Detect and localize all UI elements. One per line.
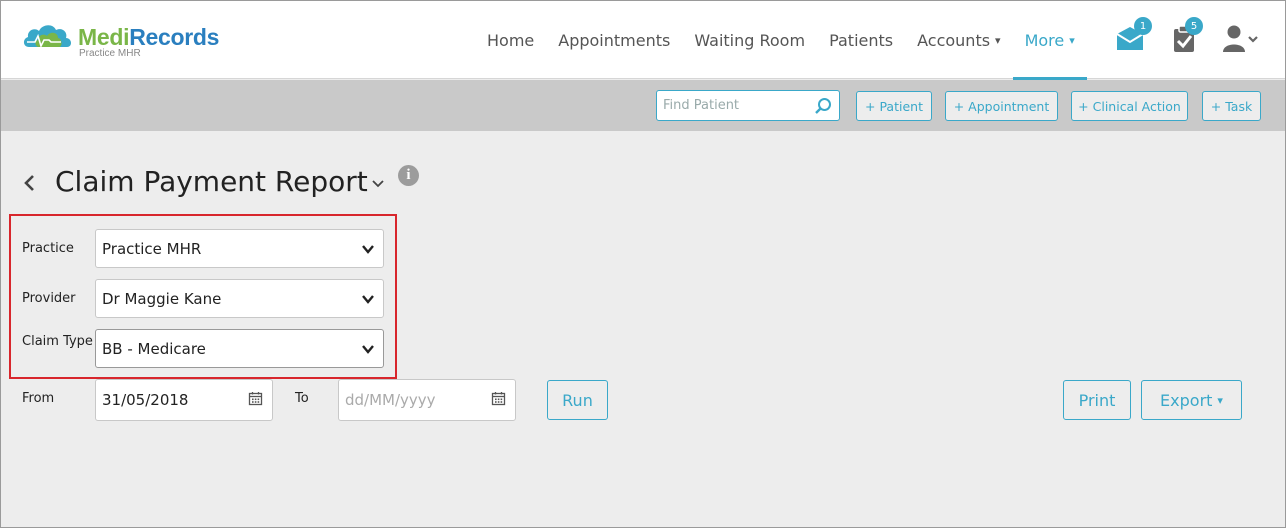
calendar-icon[interactable] (248, 391, 263, 406)
add-task-button[interactable]: + Task (1202, 91, 1261, 121)
nav-more[interactable]: More ▾ (1012, 1, 1087, 80)
run-button[interactable]: Run (547, 380, 608, 420)
logo-wordmark: MediRecords (78, 24, 220, 50)
nav-home[interactable]: Home (475, 1, 546, 79)
provider-value: Dr Maggie Kane (102, 289, 222, 308)
claim-type-select[interactable]: BB - Medicare (95, 329, 384, 368)
chevron-down-icon (362, 345, 374, 354)
calendar-icon[interactable] (491, 391, 506, 406)
chevron-down-icon[interactable] (371, 177, 385, 191)
add-patient-button[interactable]: + Patient (856, 91, 932, 121)
nav-waiting-room[interactable]: Waiting Room (682, 1, 817, 79)
practice-select[interactable]: Practice MHR (95, 229, 384, 268)
logo[interactable]: MediRecords Practice MHR (21, 19, 231, 63)
to-label: To (295, 391, 309, 406)
find-patient-box (656, 90, 840, 121)
export-label: Export (1160, 390, 1213, 410)
info-icon[interactable]: i (398, 165, 419, 186)
practice-value: Practice MHR (102, 239, 202, 258)
action-bar: + Patient + Appointment + Clinical Actio… (1, 80, 1285, 131)
chevron-down-icon: ▾ (1217, 393, 1223, 407)
back-chevron-icon[interactable] (21, 171, 37, 195)
from-date-input[interactable]: 31/05/2018 (95, 379, 273, 421)
provider-label: Provider (22, 291, 76, 306)
to-date-input[interactable]: dd/MM/yyyy (338, 379, 516, 421)
cloud-logo-icon (23, 25, 72, 49)
from-label: From (22, 391, 55, 406)
find-patient-input[interactable] (657, 91, 807, 120)
nav-accounts[interactable]: Accounts ▾ (905, 1, 1012, 79)
export-button[interactable]: Export ▾ (1141, 380, 1242, 420)
from-date-value: 31/05/2018 (102, 391, 189, 409)
claim-type-label: Claim Type (22, 334, 93, 349)
practice-label: Practice (22, 241, 74, 256)
to-date-placeholder: dd/MM/yyyy (345, 391, 436, 409)
add-appointment-button[interactable]: + Appointment (945, 91, 1058, 121)
tasks-button[interactable]: 5 (1169, 17, 1203, 55)
top-navigation: MediRecords Practice MHR Home Appointmen… (1, 1, 1285, 80)
add-clinical-action-button[interactable]: + Clinical Action (1071, 91, 1188, 121)
messages-button[interactable]: 1 (1114, 17, 1152, 55)
chevron-down-icon (362, 295, 374, 304)
logo-subtitle: Practice MHR (79, 48, 141, 59)
print-button[interactable]: Print (1063, 380, 1131, 420)
nav-appointments[interactable]: Appointments (546, 1, 682, 79)
user-menu-button[interactable] (1221, 23, 1263, 55)
app-window: MediRecords Practice MHR Home Appointmen… (0, 0, 1286, 528)
claim-type-value: BB - Medicare (102, 339, 206, 358)
chevron-down-icon: ▾ (1069, 33, 1075, 47)
provider-select[interactable]: Dr Maggie Kane (95, 279, 384, 318)
search-icon[interactable] (814, 97, 832, 115)
chevron-down-icon: ▾ (995, 33, 1001, 47)
tasks-badge: 5 (1185, 17, 1203, 35)
nav-patients[interactable]: Patients (817, 1, 905, 79)
nav-links: Home Appointments Waiting Room Patients … (475, 1, 1087, 80)
page-title: Claim Payment Report (55, 165, 368, 198)
user-icon (1223, 25, 1258, 52)
chevron-down-icon (362, 245, 374, 254)
messages-badge: 1 (1134, 17, 1152, 35)
